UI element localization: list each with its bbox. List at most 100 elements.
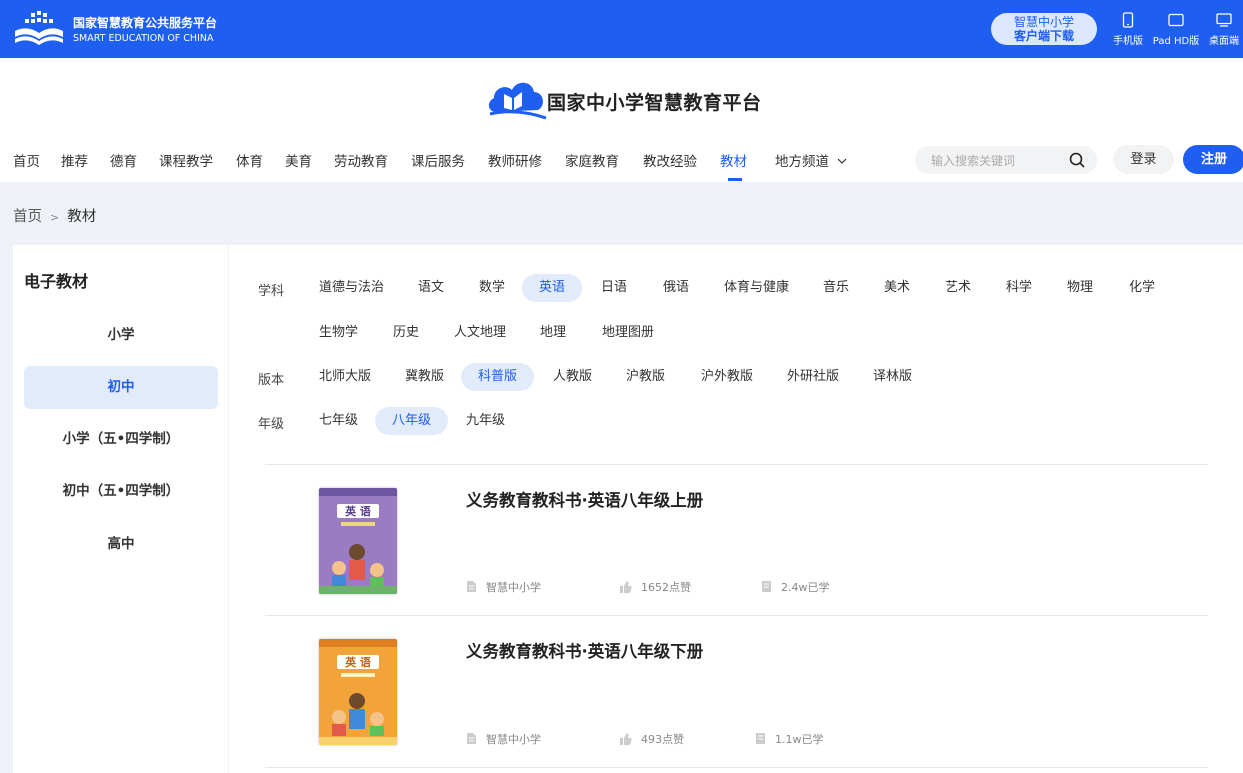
book-cover-image[interactable]: 英 语 bbox=[319, 639, 397, 745]
thumbs-up-icon bbox=[620, 581, 632, 593]
search-icon[interactable] bbox=[1069, 152, 1085, 168]
phone-icon bbox=[1122, 12, 1134, 28]
subject-chip[interactable]: 音乐 bbox=[806, 274, 866, 302]
register-button[interactable]: 注册 bbox=[1183, 145, 1243, 174]
login-button[interactable]: 登录 bbox=[1113, 145, 1174, 174]
textbook-sidebar: 电子教材 小学 初中 小学（五•四学制） 初中（五•四学制） 高中 bbox=[13, 245, 228, 773]
document-icon bbox=[467, 581, 476, 592]
nav-after-school[interactable]: 课后服务 bbox=[411, 150, 465, 170]
site-logo-icon[interactable] bbox=[486, 78, 548, 122]
sidebar-item-primary[interactable]: 小学 bbox=[24, 314, 218, 357]
subject-chip[interactable]: 日语 bbox=[584, 274, 644, 302]
edition-chip[interactable]: 北师大版 bbox=[302, 363, 388, 391]
nav-courses[interactable]: 课程教学 bbox=[159, 150, 213, 170]
subject-chip[interactable]: 美术 bbox=[867, 274, 927, 302]
book2-cover-text: 英 语 bbox=[344, 655, 371, 669]
device-phone-link[interactable]: 手机版 bbox=[1110, 12, 1146, 47]
nav-textbooks[interactable]: 教材 bbox=[720, 150, 747, 170]
edition-label: 版本 bbox=[258, 373, 285, 388]
edition-chip[interactable]: 冀教版 bbox=[388, 363, 461, 391]
grade-chip-active[interactable]: 八年级 bbox=[375, 407, 449, 435]
site-title: 国家中小学智慧教育平台 bbox=[547, 92, 762, 114]
nav-teacher-training[interactable]: 教师研修 bbox=[488, 150, 542, 170]
edition-chip[interactable]: 人教版 bbox=[536, 363, 609, 391]
desktop-icon bbox=[1216, 13, 1232, 27]
client-download-line1: 智慧中小学 bbox=[1013, 15, 1074, 29]
edition-chip-active[interactable]: 科普版 bbox=[461, 363, 535, 391]
nav-arts[interactable]: 美育 bbox=[285, 150, 312, 170]
list-divider bbox=[265, 464, 1208, 465]
device-desktop-link[interactable]: 桌面端 bbox=[1206, 12, 1242, 47]
nav-local[interactable]: 地方频道 bbox=[775, 150, 847, 170]
client-download-button[interactable]: 智慧中小学 客户端下载 bbox=[991, 13, 1097, 45]
thumbs-up-icon bbox=[620, 733, 632, 745]
subject-chip[interactable]: 语文 bbox=[401, 274, 461, 302]
book-cover-image[interactable]: 英 语 bbox=[319, 488, 397, 594]
subject-chip[interactable]: 道德与法治 bbox=[302, 274, 401, 302]
sidebar-item-senior[interactable]: 高中 bbox=[24, 523, 218, 566]
book-learned-text: 1.1w已学 bbox=[775, 733, 824, 746]
book-cover-art: 英 语 bbox=[319, 488, 397, 594]
nav-moral[interactable]: 德育 bbox=[110, 150, 137, 170]
book-likes-text: 493点赞 bbox=[641, 733, 684, 746]
sidebar-item-junior-54[interactable]: 初中（五•四学制） bbox=[24, 470, 218, 513]
active-nav-indicator bbox=[728, 178, 742, 181]
subject-chip[interactable]: 人文地理 bbox=[437, 319, 523, 347]
subject-chip[interactable]: 俄语 bbox=[646, 274, 706, 302]
nav-family[interactable]: 家庭教育 bbox=[565, 150, 619, 170]
book-cover-art: 英 语 bbox=[319, 639, 397, 745]
subject-chip-active[interactable]: 英语 bbox=[522, 274, 583, 302]
book1-cover-text: 英 语 bbox=[344, 504, 371, 518]
subject-chip[interactable]: 生物学 bbox=[302, 319, 375, 347]
grade-chip[interactable]: 七年级 bbox=[302, 407, 375, 435]
subject-chip[interactable]: 科学 bbox=[989, 274, 1049, 302]
platform-subtitle: SMART EDUCATION OF CHINA bbox=[73, 33, 214, 44]
subject-chip[interactable]: 物理 bbox=[1050, 274, 1110, 302]
sidebar-item-junior[interactable]: 初中 bbox=[24, 366, 218, 409]
book-likes: 493点赞 bbox=[620, 731, 684, 747]
subject-chip[interactable]: 地理 bbox=[523, 319, 583, 347]
book-title[interactable]: 义务教育教科书·英语八年级上册 bbox=[466, 487, 703, 511]
nav-recommend[interactable]: 推荐 bbox=[61, 150, 88, 170]
book-likes-text: 1652点赞 bbox=[641, 581, 691, 594]
sidebar-title: 电子教材 bbox=[24, 272, 89, 291]
subject-chip[interactable]: 历史 bbox=[376, 319, 436, 347]
edition-chip[interactable]: 译林版 bbox=[856, 363, 929, 391]
sidebar-item-primary-54[interactable]: 小学（五•四学制） bbox=[24, 418, 218, 461]
book-title[interactable]: 义务教育教科书·英语八年级下册 bbox=[466, 638, 703, 662]
nav-reform[interactable]: 教改经验 bbox=[643, 150, 697, 170]
device-tablet-link[interactable]: Pad HD版 bbox=[1150, 12, 1202, 47]
edition-chip[interactable]: 沪教版 bbox=[609, 363, 682, 391]
search-input[interactable]: 输入搜索关键词 bbox=[931, 152, 1015, 169]
platform-title: 国家智慧教育公共服务平台 bbox=[73, 16, 218, 30]
subject-chip[interactable]: 化学 bbox=[1112, 274, 1172, 302]
site-header: 国家中小学智慧教育平台 首页 推荐 德育 课程教学 体育 美育 劳动教育 课后服… bbox=[0, 58, 1243, 182]
book-icon bbox=[762, 581, 771, 592]
edition-chip[interactable]: 外研社版 bbox=[770, 363, 856, 391]
breadcrumb-home[interactable]: 首页 bbox=[13, 209, 42, 225]
search-box[interactable]: 输入搜索关键词 bbox=[915, 146, 1097, 174]
grade-label: 年级 bbox=[258, 417, 285, 432]
subject-chip[interactable]: 艺术 bbox=[928, 274, 988, 302]
book-publisher: 智慧中小学 bbox=[466, 731, 541, 747]
device-phone-label: 手机版 bbox=[1113, 36, 1143, 47]
book-learned-text: 2.4w已学 bbox=[781, 581, 830, 594]
subject-chip[interactable]: 数学 bbox=[462, 274, 522, 302]
platform-logo-icon[interactable] bbox=[13, 11, 65, 47]
subject-label: 学科 bbox=[258, 284, 285, 299]
tablet-icon bbox=[1168, 13, 1184, 27]
nav-labor[interactable]: 劳动教育 bbox=[334, 150, 388, 170]
list-divider bbox=[265, 767, 1208, 768]
textbook-content: 学科 道德与法治 语文 数学 英语 日语 俄语 体育与健康 音乐 美术 艺术 科… bbox=[229, 245, 1243, 773]
book-publisher: 智慧中小学 bbox=[466, 579, 541, 595]
client-download-line2: 客户端下载 bbox=[1013, 29, 1074, 43]
list-divider bbox=[265, 615, 1208, 616]
subject-chip[interactable]: 体育与健康 bbox=[707, 274, 806, 302]
nav-sports[interactable]: 体育 bbox=[236, 150, 263, 170]
grade-chip[interactable]: 九年级 bbox=[449, 407, 522, 435]
subject-chip[interactable]: 地理图册 bbox=[585, 319, 671, 347]
book-learned: 2.4w已学 bbox=[761, 579, 830, 595]
nav-home[interactable]: 首页 bbox=[13, 150, 40, 170]
book-icon bbox=[756, 733, 765, 744]
edition-chip[interactable]: 沪外教版 bbox=[684, 363, 770, 391]
